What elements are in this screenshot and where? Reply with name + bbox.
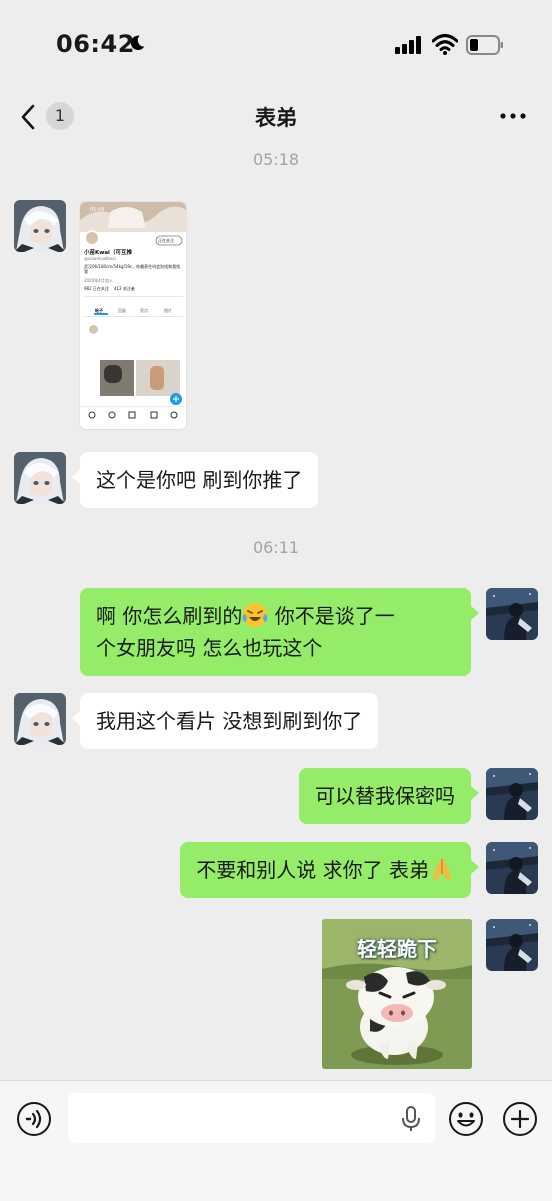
screenshot-follow-label: 正在关注 (158, 238, 174, 243)
message-bubble-received[interactable]: 这个是你吧 刷到你推了 (71, 452, 319, 508)
signal-icon (395, 36, 421, 54)
input-bar (0, 1080, 552, 1201)
timestamp: 06:11 (252, 538, 300, 557)
status-bar: 06:42 (0, 0, 552, 90)
contact-avatar[interactable] (14, 693, 66, 745)
moon-icon (130, 35, 145, 51)
screenshot-name: 小苗Kwai（可互推 (84, 250, 132, 256)
status-time: 06:42 (56, 30, 135, 58)
message-text: 个女朋友吗 怎么也玩这个 (96, 636, 323, 660)
more-dots-icon[interactable] (498, 106, 528, 126)
mic-icon[interactable] (400, 1105, 422, 1133)
wifi-icon (432, 34, 458, 55)
emoji-icon[interactable] (448, 1101, 484, 1137)
message-bubble-sent[interactable]: 啊 你怎么刷到的 你不是谈了一 个女朋友吗 怎么也玩这个 (80, 588, 479, 676)
folded-hands-icon (432, 859, 452, 880)
message-bubble-received[interactable]: 我用这个看片 没想到刷到你了 (71, 693, 379, 749)
message-text: 你不是谈了一 (268, 604, 395, 628)
timestamp: 05:18 (252, 150, 300, 169)
message-text: 不要和别人说 求你了 表弟 (196, 858, 429, 882)
screenshot-tab-highlights: 亮点 (140, 308, 148, 313)
screenshot-followers: 412 关注者 (114, 286, 135, 291)
my-avatar[interactable] (486, 588, 538, 640)
voice-icon[interactable] (16, 1101, 52, 1137)
screenshot-tab-media: 图片 (164, 308, 172, 313)
message-text: 啊 你怎么刷到的 (96, 604, 243, 628)
my-avatar[interactable] (486, 842, 538, 894)
screenshot-bio: 武汉06/180cm/54kg/19c，你最养住吗会别找和我找我 (84, 264, 181, 274)
image-message[interactable]: 05:09 正在关注 小苗Kwai（可互推 @xiaomiaoKwai 武汉06… (80, 202, 186, 429)
my-avatar[interactable] (486, 768, 538, 820)
chat-header: 1 表弟 (0, 90, 552, 146)
message-input[interactable] (68, 1093, 435, 1143)
screenshot-following: 982 正在关注 (84, 286, 109, 291)
contact-avatar[interactable] (14, 452, 66, 504)
message-bubble-sent[interactable]: 可以替我保密吗 (299, 768, 479, 824)
profile-screenshot (80, 202, 186, 429)
plus-icon[interactable] (502, 1101, 538, 1137)
message-bubble-sent[interactable]: 不要和别人说 求你了 表弟 (180, 842, 479, 898)
face-with-tears-of-joy-icon (243, 603, 268, 627)
screenshot-time: 05:09 (90, 207, 105, 213)
sticker-message[interactable]: 轻轻跪下 (322, 919, 472, 1069)
screenshot-handle: @xiaomiaoKwai (84, 256, 116, 261)
battery-icon (466, 35, 503, 55)
screenshot-tab-replies: 回复 (118, 308, 126, 313)
my-avatar[interactable] (486, 919, 538, 971)
contact-avatar[interactable] (14, 200, 66, 252)
sticker-caption: 轻轻跪下 (357, 937, 437, 961)
screenshot-tab-posts: 帖子 (95, 308, 103, 313)
chat-title: 表弟 (255, 106, 297, 130)
screenshot-joined: 2020年4月加入 (84, 278, 113, 283)
